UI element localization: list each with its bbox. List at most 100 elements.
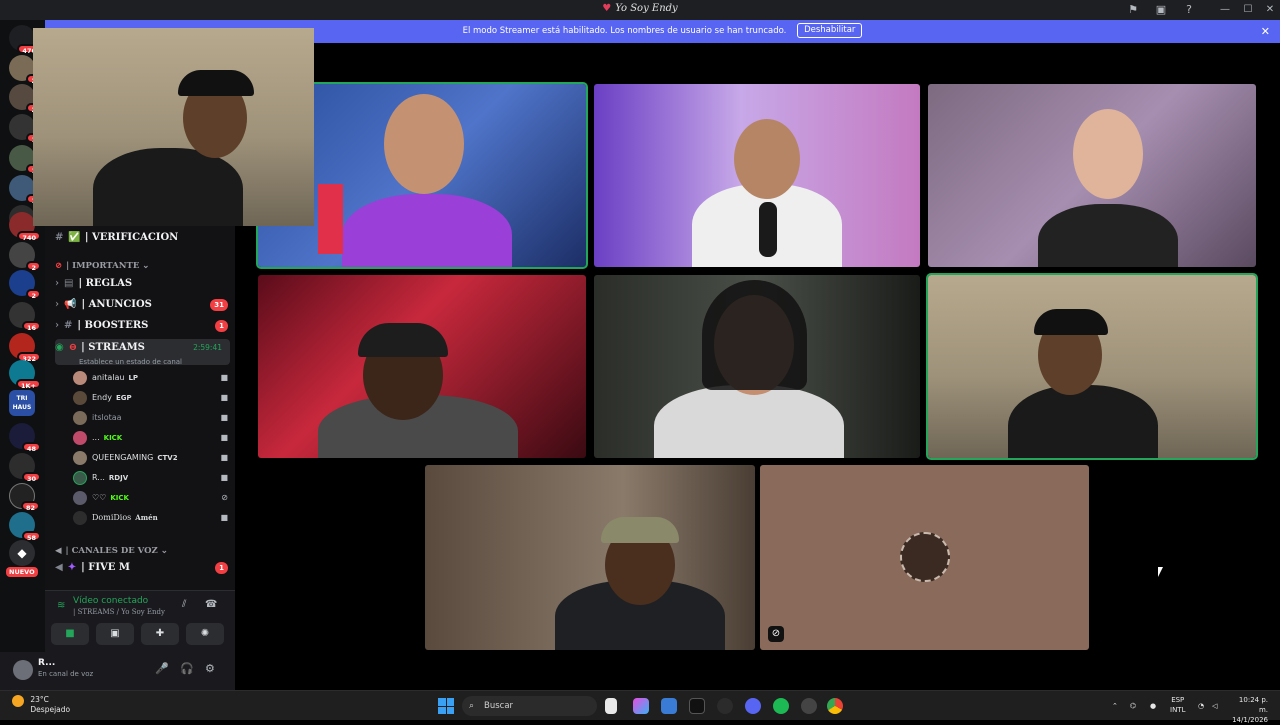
start-button[interactable] [438,698,454,714]
app-icon[interactable] [717,698,733,714]
server-icon[interactable]: 322 [9,333,41,363]
minimize-button[interactable]: — [1218,3,1232,17]
stream-timer: 2:59:41 [193,343,222,352]
language-indicator[interactable]: ESP INTL [1170,695,1185,715]
voice-member[interactable]: itslotaa ■ [73,409,228,427]
store-icon[interactable] [661,698,677,714]
discord-icon[interactable] [745,698,761,714]
microphone-icon[interactable]: ● [1150,701,1156,711]
channel-verificacion[interactable]: # ✅ | VERIFICACION [55,229,230,247]
unread-badge: 31 [210,299,228,311]
server-icon[interactable]: 1 [9,175,41,205]
server-icon[interactable]: 2 [9,270,41,300]
username[interactable]: R... [38,658,55,668]
voice-member[interactable]: R... RDJV ■ [73,469,228,487]
check-icon: ✅ [68,232,81,243]
chrome-icon[interactable] [827,698,843,714]
volume-icon[interactable]: ◁ [1212,701,1217,711]
search-input[interactable]: ⌕ Buscar [462,696,597,716]
task-view-icon[interactable] [605,698,617,714]
disconnect-icon[interactable]: ☎ [205,599,217,610]
muted-icon: ⊘ [768,626,784,642]
wifi-icon[interactable]: ◔ [1198,701,1204,711]
avatar[interactable] [13,660,33,680]
help-icon[interactable]: ? [1182,3,1196,17]
category-importante[interactable]: ⊘ | IMPORTANTE ⌄ [55,261,149,271]
participant-video [178,70,254,96]
server-icon[interactable]: 30 [9,453,41,483]
speaker-icon: ◀ [55,546,62,556]
voice-channel-link[interactable]: | STREAMS / Yo Soy Endy [73,608,165,616]
participant-video [384,94,464,194]
server-icon[interactable]: 740 [9,212,41,242]
server-icon[interactable]: 48 [9,423,41,453]
chevron-right-icon: › [55,299,59,310]
disable-streamer-button[interactable]: Deshabilitar [797,23,863,38]
video-tile-camera-off[interactable]: ⊘ [760,465,1089,650]
clock[interactable]: 10:24 p. m. 14/1/2026 [1228,695,1268,725]
channel-five-m[interactable]: ◀ ✦ | FIVE M1 [55,559,230,577]
spotify-icon[interactable] [773,698,789,714]
channel-streams[interactable]: ◉ ⊖ | STREAMS 2:59:41 Establece un estado … [55,339,230,366]
discord-window: ♥ Yo Soy Endy ⚑ ▣ ? — ☐ ✕ El modo Streame… [0,0,1280,690]
server-icon[interactable]: 16 [9,302,41,332]
voice-icon: ◉ [55,342,64,353]
activities-button[interactable]: ✚ [141,623,179,645]
noise-suppression-icon[interactable]: ⫽ [182,599,186,610]
channel-boosters[interactable]: › # | BOOSTERS 1 [55,317,230,335]
video-tile[interactable] [425,465,755,650]
avatar [73,470,87,485]
server-icon[interactable]: 1 [9,145,41,175]
server-icon[interactable]: 82 [9,483,40,512]
video-tile[interactable] [926,273,1258,460]
channel-anuncios[interactable]: › 📢 | ANUNCIOS 31 [55,296,230,314]
mouse-cursor [1158,567,1163,577]
server-icon[interactable]: 2 [9,55,41,85]
microphone-icon[interactable]: 🎤 [155,662,169,675]
gear-icon[interactable]: ⚙ [205,662,215,675]
category-canales-de-voz[interactable]: ◀ | CANALES DE VOZ ⌄ [55,546,168,556]
video-tile[interactable] [258,275,586,458]
participant-video [601,517,679,543]
copilot-icon[interactable] [633,698,649,714]
voice-member[interactable]: ♡♡ KICK ⊘ [73,489,228,507]
voice-member[interactable]: ... KICK ■ [73,429,228,447]
obs-icon[interactable] [801,698,817,714]
channel-reglas[interactable]: › ▤ | REGLAS [55,275,230,293]
voice-member[interactable]: QUEENGAMING CTV2 ■ [73,449,228,467]
badge: 740 [17,231,41,242]
camera-button[interactable]: ■ [51,623,89,645]
voice-member[interactable]: DomiDios Amén ■ [73,509,228,527]
badge: 48 [21,442,41,453]
discover-icon[interactable]: ◆ [9,540,35,566]
video-tile[interactable] [594,275,920,458]
badge: 30 [21,472,41,483]
weather-widget[interactable]: 23°C Despejado [12,695,70,715]
server-icon[interactable]: 1 [9,114,41,144]
close-icon[interactable]: ✕ [1261,20,1270,43]
screen-share-icon[interactable]: ▣ [1154,3,1168,17]
inbox-icon[interactable]: ⚑ [1126,3,1140,17]
screen-share-button[interactable]: ▣ [96,623,134,645]
network-icon[interactable]: ⌬ [1130,701,1136,711]
video-tile[interactable] [928,84,1256,267]
unread-badge: 1 [215,562,228,574]
server-icon-discord-home[interactable]: 476 [9,25,41,55]
close-window-button[interactable]: ✕ [1263,3,1277,17]
voice-member[interactable]: Endy EGP ■ [73,389,228,407]
megaphone-icon: 📢 [64,299,77,310]
server-icon[interactable]: 2 [9,84,41,114]
server-icon[interactable]: 58 [9,512,41,542]
picture-in-picture-video[interactable] [33,28,314,226]
video-tile[interactable] [594,84,920,267]
voice-member[interactable]: anitalau LP ■ [73,369,228,387]
server-icon[interactable]: 1K+ [9,360,41,390]
server-icon-tri-haus[interactable]: TRI HAUS [9,390,35,416]
maximize-button[interactable]: ☐ [1241,3,1255,17]
server-icon[interactable]: 2 [9,242,41,272]
capcut-icon[interactable] [689,698,705,714]
soundboard-button[interactable]: ✺ [186,623,224,645]
chevron-up-icon[interactable]: ⌃ [1112,701,1118,711]
participant-video [358,323,448,357]
headphones-icon[interactable]: 🎧 [180,662,194,675]
